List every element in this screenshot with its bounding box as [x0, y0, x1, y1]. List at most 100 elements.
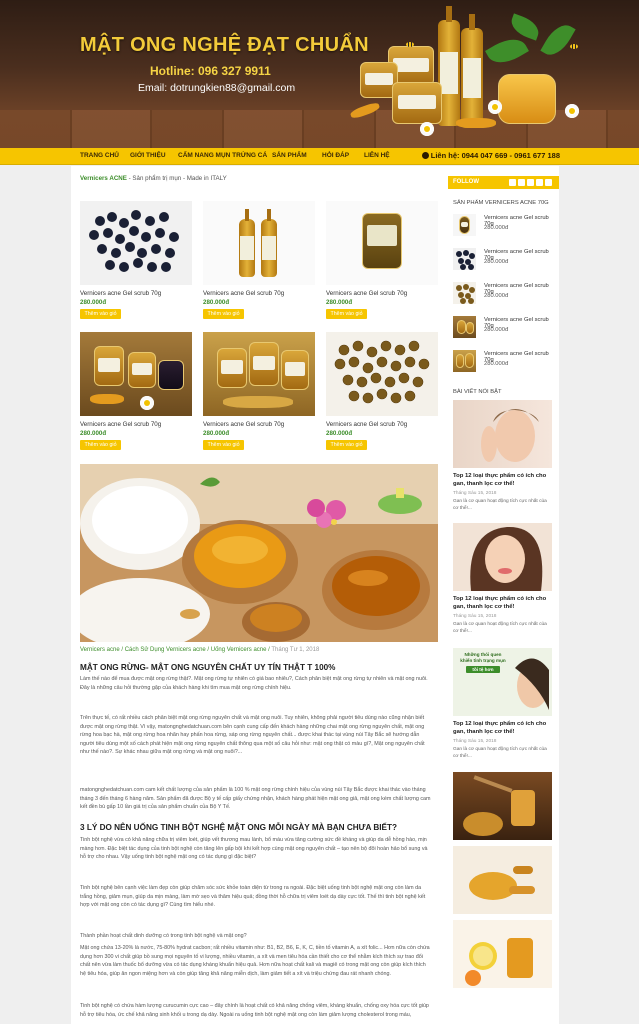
add-to-cart-button[interactable]: Thêm vào giỏ [203, 309, 244, 319]
honey-bowl-image [498, 74, 556, 124]
article-paragraph: Làm thế nào để mua được mật ong rừng thậ… [80, 676, 428, 691]
sidebar-product-image[interactable] [453, 214, 476, 236]
banner-badge: tồi tệ hơn [466, 665, 500, 674]
featured-post-image[interactable] [453, 400, 552, 468]
breadcrumb-link[interactable]: Vernicers ACNE [80, 175, 127, 182]
featured-post-image-turmeric[interactable] [453, 846, 552, 914]
add-to-cart-button[interactable]: Thêm vào giỏ [80, 309, 121, 319]
banner-line: khiến tình trạng mụn [460, 657, 506, 663]
article-paragraph: Thành phần hoạt chất dinh dưỡng có trong… [80, 933, 247, 939]
flower-decoration [488, 100, 502, 114]
add-to-cart-button[interactable]: Thêm vào giỏ [326, 440, 367, 450]
featured-post-image-honey-spoon[interactable] [453, 772, 552, 840]
facebook-icon[interactable] [509, 179, 516, 186]
nav-contact-text: Liên hệ: 0944 047 669 - 0961 677 188 [430, 151, 560, 160]
main-content: Vernicers ACNE - Sản phẩm trị mụn - Made… [71, 166, 448, 1024]
nav-contact-phone[interactable]: Liên hệ: 0944 047 669 - 0961 677 188 [421, 151, 560, 160]
add-to-cart-button[interactable]: Thêm vào giỏ [203, 440, 244, 450]
product-price: 280.000đ [80, 299, 107, 306]
sidebar-product-price: 280.000đ [484, 259, 509, 265]
article-subheading: 3 LÝ DO NÊN UỐNG TINH BỘT NGHỆ MẬT ONG M… [80, 823, 398, 832]
product-image-honey-jars-pollen[interactable] [203, 332, 315, 416]
banner-line: Những thói quen [464, 652, 502, 657]
add-to-cart-button[interactable]: Thêm vào giỏ [326, 309, 367, 319]
featured-post-image[interactable] [453, 523, 552, 591]
hotline: Hotline: 096 327 9911 [150, 64, 271, 78]
sidebar-product-image[interactable] [453, 248, 476, 270]
nav-item-products[interactable]: SẢN PHẨM [272, 152, 307, 159]
sidebar-product-price: 280.000đ [484, 361, 509, 367]
leaf-decoration [507, 13, 543, 41]
product-price: 280.000đ [203, 430, 230, 437]
nav-item-contact[interactable]: LIÊN HỆ [364, 152, 390, 159]
product-image-honey-set[interactable] [80, 332, 192, 416]
article-paragraph: Mật ong chứa 13-20% là nước, 75-80% hydr… [80, 945, 430, 977]
post-categories[interactable]: Vernicers acne / Cách Sử Dụng Vernicers … [80, 647, 270, 653]
article-title: MẬT ONG RỪNG- MẬT ONG NGUYÊN CHẤT UY TÍN… [80, 663, 336, 672]
nav-item-acne-guide[interactable]: CẨM NANG MỤN TRỨNG CÁ [178, 152, 267, 159]
product-name[interactable]: Vernicers acne Gel scrub 70g [203, 290, 284, 297]
sidebar-product[interactable]: Vernicers acne Gel scrub 70g 280.000đ [453, 316, 557, 342]
twitter-icon[interactable] [518, 179, 525, 186]
product-name[interactable]: Vernicers acne Gel scrub 70g [326, 290, 407, 297]
featured-post-image[interactable]: Những thói quen khiến tình trạng mụn tồi… [453, 648, 552, 716]
bee-icon [570, 44, 578, 49]
featured-post-date: Tháng Sáu 15, 2018 [453, 739, 497, 744]
product-price: 280.000đ [203, 299, 230, 306]
nav-item-home[interactable]: TRANG CHỦ [80, 152, 119, 159]
nav-item-faq[interactable]: HỎI ĐÁP [322, 152, 349, 159]
product-name[interactable]: Vernicers acne Gel scrub 70g [326, 421, 407, 428]
breadcrumb-text: - Sản phẩm trị mụn - Made in ITALY [128, 175, 227, 182]
sidebar-product[interactable]: Vernicers acne Gel scrub 70g 280.000đ [453, 248, 557, 274]
add-to-cart-button[interactable]: Thêm vào giỏ [80, 440, 121, 450]
product-name[interactable]: Vernicers acne Gel scrub 70g [80, 290, 161, 297]
product-image-pollen-balls[interactable] [326, 332, 438, 416]
article-paragraph: Trên thực tế, có rất nhiều cách phân biệ… [80, 715, 425, 756]
article-paragraph: matongnghedatchuan.com cam kết chất lượn… [80, 787, 431, 811]
sidebar-featured-heading: BÀI VIẾT NỔI BẬT [453, 389, 502, 395]
featured-post-title[interactable]: Top 12 loại thực phẩm có ích cho gan, th… [453, 720, 552, 736]
phone-icon [421, 152, 429, 159]
post-date: Tháng Tư 1, 2018 [271, 647, 320, 653]
product-image-black-beans[interactable] [80, 201, 192, 285]
breadcrumb: Vernicers ACNE - Sản phẩm trị mụn - Made… [80, 175, 227, 182]
featured-post-excerpt: Gan là cơ quan hoạt động tích cực nhất c… [453, 622, 547, 634]
featured-post-excerpt: Gan là cơ quan hoạt động tích cực nhất c… [453, 747, 547, 759]
article-paragraph: Tinh bột nghệ vừa có khả năng chữa trị v… [80, 837, 428, 861]
sidebar-product[interactable]: Vernicers acne Gel scrub 70g 280.000đ [453, 214, 557, 240]
page: MẬT ONG NGHỆ ĐẠT CHUẨN Hotline: 096 327 … [0, 0, 639, 1024]
featured-post-title[interactable]: Top 12 loại thực phẩm có ích cho gan, th… [453, 595, 552, 611]
article-paragraph: Tinh bột nghệ bên cạnh việc làm đẹp còn … [80, 885, 426, 909]
leaf-decoration [540, 19, 576, 61]
sidebar-product-image[interactable] [453, 350, 476, 372]
sidebar-product-price: 280.000đ [484, 293, 509, 299]
featured-post-date: Tháng Sáu 15, 2018 [453, 614, 497, 619]
sidebar-product-image[interactable] [453, 282, 476, 304]
product-name[interactable]: Vernicers acne Gel scrub 70g [203, 421, 284, 428]
product-price: 280.000đ [326, 430, 353, 437]
product-name[interactable]: Vernicers acne Gel scrub 70g [80, 421, 161, 428]
email: Email: dotrungkien88@gmail.com [138, 82, 296, 94]
google-plus-icon[interactable] [527, 179, 534, 186]
product-price: 280.000đ [80, 430, 107, 437]
pinterest-icon[interactable] [545, 179, 552, 186]
site-title[interactable]: MẬT ONG NGHỆ ĐẠT CHUẨN [80, 34, 369, 57]
product-image-honey-bottles[interactable] [203, 201, 315, 285]
featured-post-image-lemon-honey[interactable] [453, 920, 552, 988]
sidebar-product[interactable]: Vernicers acne Gel scrub 70g 280.000đ [453, 282, 557, 308]
honey-jar-image [392, 82, 442, 124]
featured-post-title[interactable]: Top 12 loại thực phẩm có ích cho gan, th… [453, 472, 552, 488]
follow-bar: FOLLOW [448, 176, 559, 189]
sidebar-product[interactable]: Vernicers acne Gel scrub 70g 280.000đ [453, 350, 557, 376]
main-nav: TRANG CHỦ GIỚI THIỆU CẨM NANG MỤN TRỨNG … [0, 148, 639, 165]
nav-item-about[interactable]: GIỚI THIỆU [130, 152, 166, 159]
sidebar-product-image[interactable] [453, 316, 476, 338]
product-image-honey-jar[interactable] [326, 201, 438, 285]
product-price: 280.000đ [326, 299, 353, 306]
site-header: MẬT ONG NGHỆ ĐẠT CHUẨN Hotline: 096 327 … [0, 0, 639, 148]
follow-label: FOLLOW [453, 179, 479, 185]
instagram-icon[interactable] [536, 179, 543, 186]
flower-decoration [565, 104, 579, 118]
sidebar: FOLLOW SẢN PHẨM VERNICERS ACNE 70g Verni… [448, 166, 559, 1024]
featured-post-date: Tháng Sáu 15, 2018 [453, 491, 497, 496]
